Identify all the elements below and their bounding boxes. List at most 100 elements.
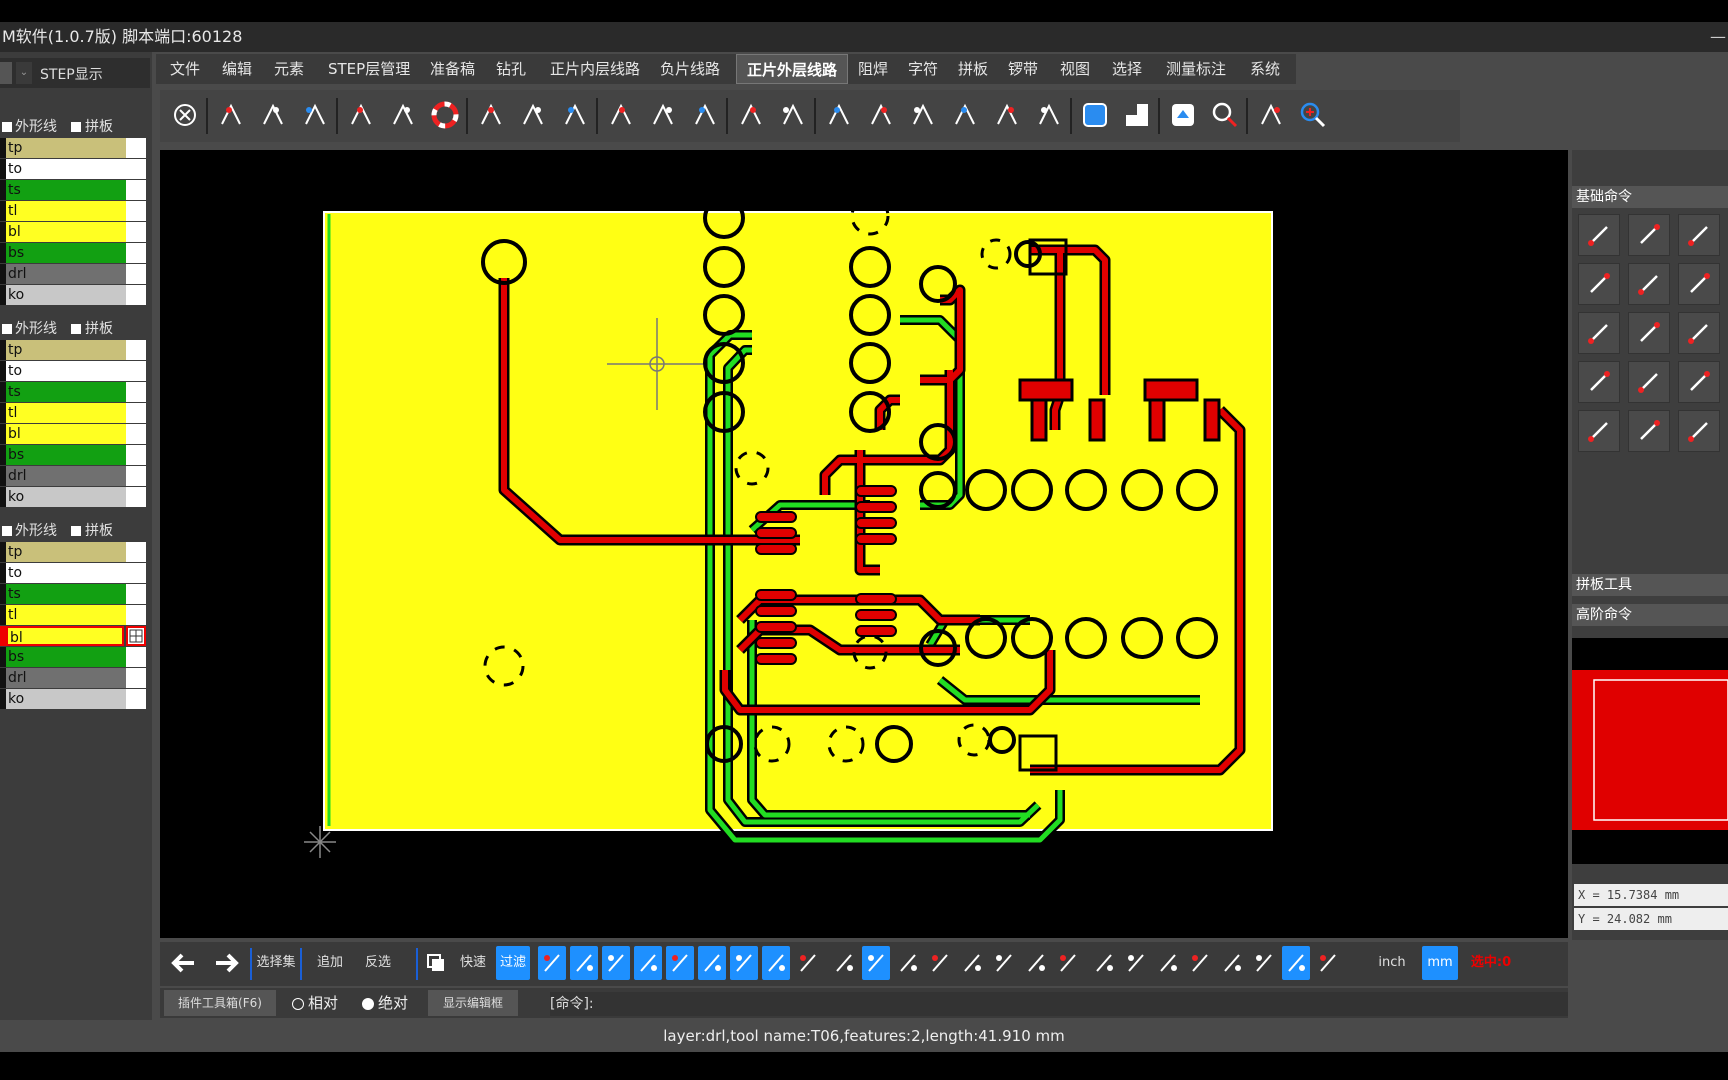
snap-a-icon[interactable] xyxy=(1122,946,1150,980)
outline-checkbox[interactable] xyxy=(2,324,12,334)
funnel-icon[interactable] xyxy=(794,946,822,980)
step-selector-left[interactable] xyxy=(0,62,12,84)
layer-a-icon[interactable] xyxy=(1118,96,1156,134)
layer-visibility-box[interactable] xyxy=(126,222,146,242)
grid-b-icon[interactable] xyxy=(862,946,890,980)
menu-item[interactable]: 选择 xyxy=(1112,54,1142,84)
layer-row-tp[interactable]: tp xyxy=(0,138,146,158)
basic-commands-title[interactable]: 基础命令 xyxy=(1572,186,1728,208)
angle-icon[interactable] xyxy=(1678,312,1720,354)
lifebuoy-icon[interactable] xyxy=(426,96,464,134)
layer-row-ts[interactable]: ts xyxy=(0,584,146,604)
mirror-cmd-icon[interactable] xyxy=(1678,214,1720,256)
tree-icon[interactable] xyxy=(988,96,1026,134)
grid-h-icon[interactable] xyxy=(1054,946,1082,980)
absolute-radio[interactable]: 绝对 xyxy=(362,992,408,1014)
report-icon[interactable] xyxy=(1218,946,1246,980)
swap-icon[interactable] xyxy=(686,96,724,134)
layer-visibility-box[interactable] xyxy=(126,382,146,402)
layer-visibility-box[interactable] xyxy=(126,542,146,562)
fit-box-icon[interactable] xyxy=(1628,361,1670,403)
comb-icon[interactable] xyxy=(904,96,942,134)
layer-row-tl[interactable]: tl xyxy=(0,605,146,625)
layer-row-ko[interactable]: ko xyxy=(0,689,146,709)
zoom-in-icon[interactable] xyxy=(1294,96,1332,134)
move-icon[interactable] xyxy=(732,96,770,134)
layer-visibility-box[interactable] xyxy=(126,668,146,688)
layer-visibility-box[interactable] xyxy=(126,647,146,667)
layout-a-icon[interactable] xyxy=(1250,946,1278,980)
route-icon[interactable] xyxy=(212,96,250,134)
layer-row-bs[interactable]: bs xyxy=(0,647,146,667)
menu-item[interactable]: 正片内层线路 xyxy=(550,54,640,84)
layer-row-bl[interactable]: bl xyxy=(0,222,146,242)
polyline-icon[interactable] xyxy=(634,946,662,980)
panel-tools-title[interactable]: 拼板工具 xyxy=(1572,574,1728,596)
arc-draw-icon[interactable] xyxy=(602,946,630,980)
menu-item[interactable]: 视图 xyxy=(1060,54,1090,84)
menu-item[interactable]: 钻孔 xyxy=(496,54,526,84)
snap-b-icon[interactable] xyxy=(1154,946,1182,980)
menu-item[interactable]: 拼板 xyxy=(958,54,988,84)
grid-d-icon[interactable] xyxy=(926,946,954,980)
cancel-icon[interactable] xyxy=(166,96,204,134)
mirror-icon[interactable] xyxy=(644,96,682,134)
pen-icon[interactable] xyxy=(384,96,422,134)
measure-icon[interactable] xyxy=(698,946,726,980)
crosshair-icon[interactable] xyxy=(1314,946,1342,980)
grid-icon[interactable] xyxy=(514,96,552,134)
grid-a-icon[interactable] xyxy=(830,946,858,980)
remove-circle-icon[interactable] xyxy=(762,946,790,980)
probe-icon[interactable] xyxy=(296,96,334,134)
layer-visibility-box[interactable] xyxy=(126,563,146,583)
menu-item[interactable]: 阻焊 xyxy=(858,54,888,84)
minimize-button[interactable]: — xyxy=(1710,22,1726,52)
pcb-canvas[interactable] xyxy=(160,150,1568,938)
unit-inch-button[interactable]: inch xyxy=(1372,946,1412,980)
menu-item[interactable]: 文件 xyxy=(170,54,200,84)
layer-visibility-box[interactable] xyxy=(126,445,146,465)
zoom-icon[interactable] xyxy=(1206,96,1244,134)
layer-row-tp[interactable]: tp xyxy=(0,542,146,562)
panel-checkbox[interactable] xyxy=(71,324,81,334)
pcb-view[interactable] xyxy=(160,150,1568,938)
layer-visibility-box[interactable] xyxy=(126,243,146,263)
layer-row-tl[interactable]: tl xyxy=(0,403,146,423)
layer-row-to[interactable]: to xyxy=(0,159,146,179)
copy-icon[interactable] xyxy=(422,946,450,980)
parallel-lines-icon[interactable] xyxy=(1628,312,1670,354)
add-circle-icon[interactable] xyxy=(730,946,758,980)
unit-mm-button[interactable]: mm xyxy=(1422,946,1458,980)
outline-checkbox[interactable] xyxy=(2,122,12,132)
layer-visibility-box[interactable] xyxy=(126,264,146,284)
layer-row-to[interactable]: to xyxy=(0,361,146,381)
fit-icon[interactable] xyxy=(1076,96,1114,134)
plugin-toolbox-button[interactable]: 插件工具箱(F6) xyxy=(164,990,276,1016)
break-line-icon[interactable] xyxy=(1578,263,1620,305)
layer-visibility-box[interactable] xyxy=(126,180,146,200)
circle-draw-icon[interactable] xyxy=(570,946,598,980)
filter-button[interactable]: 过滤 xyxy=(496,946,530,980)
undo-arrow-icon[interactable] xyxy=(164,946,204,980)
select-set-button[interactable]: 选择集 xyxy=(256,946,296,980)
grid-c-icon[interactable] xyxy=(894,946,922,980)
advanced-commands-title[interactable]: 高阶命令 xyxy=(1572,604,1728,626)
rect-icon[interactable] xyxy=(1578,361,1620,403)
layer-row-bs[interactable]: bs xyxy=(0,243,146,263)
chevron-down-icon[interactable]: ⌄ xyxy=(16,62,32,84)
bars-icon[interactable] xyxy=(862,96,900,134)
layer-row-drl[interactable]: drl xyxy=(0,466,146,486)
menu-item[interactable]: 锣带 xyxy=(1008,54,1038,84)
select-circle-icon[interactable] xyxy=(1678,410,1720,452)
resize-icon[interactable] xyxy=(1678,361,1720,403)
layer-row-bl[interactable]: bl xyxy=(0,626,146,646)
select-box-icon[interactable] xyxy=(1628,410,1670,452)
panel-checkbox[interactable] xyxy=(71,526,81,536)
arc-icon[interactable] xyxy=(774,96,812,134)
layer-visibility-box[interactable] xyxy=(126,689,146,709)
menu-item[interactable]: 测量标注 xyxy=(1166,54,1226,84)
pointer-icon[interactable] xyxy=(1578,410,1620,452)
layout-b-icon[interactable] xyxy=(1282,946,1310,980)
menu-item[interactable]: 编辑 xyxy=(222,54,252,84)
relative-radio[interactable]: 相对 xyxy=(292,992,338,1014)
